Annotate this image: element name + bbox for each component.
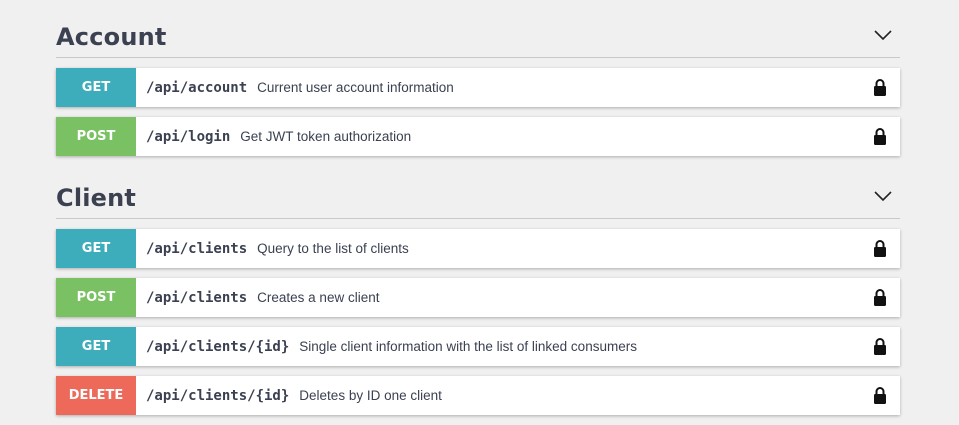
- endpoint-description: Deletes by ID one client: [299, 388, 442, 403]
- endpoint-path: /api/login: [146, 128, 231, 145]
- lock-icon[interactable]: [873, 239, 887, 258]
- endpoint-description: Current user account information: [257, 80, 454, 95]
- endpoint-get-client-by-id[interactable]: GET /api/clients/{id} Single client info…: [56, 327, 900, 366]
- method-badge: POST: [56, 117, 136, 156]
- section-header-client[interactable]: Client: [56, 166, 900, 219]
- method-badge: GET: [56, 327, 136, 366]
- endpoint-post-login[interactable]: POST /api/login Get JWT token authorizat…: [56, 117, 900, 156]
- endpoint-get-clients[interactable]: GET /api/clients Query to the list of cl…: [56, 229, 900, 268]
- lock-icon[interactable]: [873, 386, 887, 405]
- section-title: Client: [56, 184, 137, 212]
- endpoint-description: Creates a new client: [257, 290, 380, 305]
- endpoint-path: /api/clients: [146, 289, 248, 306]
- lock-icon[interactable]: [873, 127, 887, 146]
- endpoint-get-account[interactable]: GET /api/account Current user account in…: [56, 68, 900, 107]
- endpoint-delete-client-by-id[interactable]: DELETE /api/clients/{id} Deletes by ID o…: [56, 376, 900, 415]
- lock-icon[interactable]: [873, 288, 887, 307]
- api-docs: Account GET /api/account Current user ac…: [56, 0, 900, 425]
- lock-icon[interactable]: [873, 337, 887, 356]
- endpoint-description: Get JWT token authorization: [240, 129, 412, 144]
- endpoint-path: /api/clients: [146, 240, 248, 257]
- endpoint-description: Single client information with the list …: [299, 339, 637, 354]
- section-title: Account: [56, 23, 167, 51]
- method-badge: POST: [56, 278, 136, 317]
- method-badge: GET: [56, 68, 136, 107]
- chevron-down-icon[interactable]: [874, 29, 892, 41]
- endpoint-description: Query to the list of clients: [257, 241, 409, 256]
- lock-icon[interactable]: [873, 78, 887, 97]
- section-header-account[interactable]: Account: [56, 0, 900, 58]
- method-badge: DELETE: [56, 376, 136, 415]
- endpoint-path: /api/clients/{id}: [146, 338, 290, 355]
- endpoint-path: /api/clients/{id}: [146, 387, 290, 404]
- endpoint-path: /api/account: [146, 79, 248, 96]
- method-badge: GET: [56, 229, 136, 268]
- endpoint-post-clients[interactable]: POST /api/clients Creates a new client: [56, 278, 900, 317]
- chevron-down-icon[interactable]: [874, 190, 892, 202]
